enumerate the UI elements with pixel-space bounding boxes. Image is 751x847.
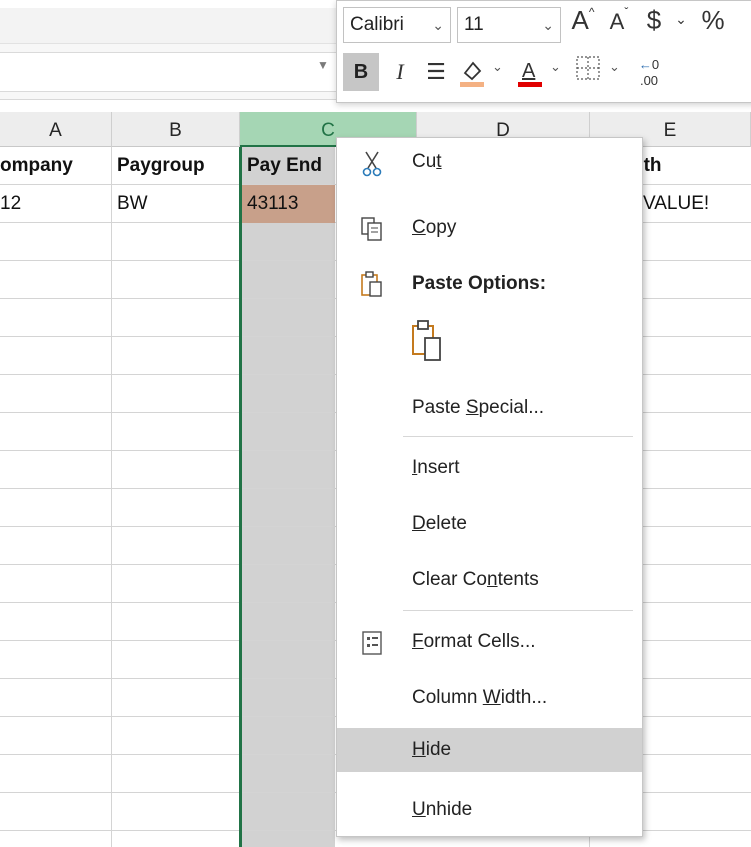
paste-option-icon[interactable]: [405, 318, 455, 368]
fill-color-icon[interactable]: [455, 55, 489, 89]
menu-item-clear-contents[interactable]: Clear Contents: [337, 560, 642, 600]
chevron-down-icon[interactable]: ⌄: [550, 59, 561, 75]
cell-e2[interactable]: VALUE!: [643, 185, 751, 223]
cell-b2[interactable]: BW: [112, 185, 240, 223]
formula-expand-icon[interactable]: ▼: [317, 58, 329, 72]
menu-item-paste-special[interactable]: Paste Special...: [337, 388, 642, 428]
menu-label: elete: [425, 513, 467, 534]
menu-label: nsert: [417, 457, 460, 478]
menu-item-insert[interactable]: Insert: [337, 448, 642, 488]
context-menu: Cut Copy Paste Options: Paste Special...…: [336, 137, 643, 837]
menu-label: nhide: [425, 799, 473, 820]
menu-heading-paste-options: Paste Options:: [337, 264, 642, 304]
column-header-a[interactable]: A: [0, 112, 112, 147]
menu-label: tents: [497, 569, 539, 590]
font-size-value: 11: [464, 14, 484, 35]
cell-e1[interactable]: nth: [632, 147, 751, 185]
selection-border: [239, 147, 242, 847]
menu-item-format-cells[interactable]: Format Cells...: [337, 622, 642, 662]
paste-icon: [357, 270, 387, 300]
decrease-decimal-icon[interactable]: ←0.00: [629, 55, 669, 89]
menu-label: ide: [425, 739, 452, 760]
menu-label: ormat Cells...: [423, 631, 536, 652]
menu-divider: [403, 436, 633, 437]
cell-c1[interactable]: Pay End: [242, 147, 335, 185]
menu-item-delete[interactable]: Delete: [337, 504, 642, 544]
menu-accel: D: [412, 513, 426, 534]
chevron-down-icon[interactable]: ⌄: [492, 59, 503, 75]
menu-label: Column: [412, 687, 483, 708]
menu-item-copy[interactable]: Copy: [337, 208, 642, 248]
menu-item-hide[interactable]: Hide: [337, 728, 642, 772]
copy-icon: [357, 214, 387, 244]
menu-item-unhide[interactable]: Unhide: [337, 790, 642, 830]
menu-label: idth...: [500, 687, 548, 708]
cell-c2[interactable]: 43113: [242, 185, 335, 223]
menu-accel: H: [412, 739, 426, 760]
menu-label: Paste: [412, 397, 466, 418]
menu-accel: S: [465, 397, 479, 418]
menu-label: pecial...: [478, 397, 545, 418]
menu-label: opy: [425, 217, 457, 238]
bold-button[interactable]: B: [343, 53, 379, 91]
font-name-value: Calibri: [350, 14, 404, 35]
menu-item-column-width[interactable]: Column Width...: [337, 678, 642, 718]
menu-divider: [403, 610, 633, 611]
cell-a1[interactable]: ompany: [0, 147, 111, 185]
menu-accel: t: [436, 151, 442, 172]
menu-accel: C: [412, 217, 426, 238]
menu-accel: F: [412, 631, 424, 652]
paste-options-label: Paste Options:: [412, 273, 547, 294]
formula-input[interactable]: [0, 52, 345, 92]
menu-accel: W: [482, 687, 501, 708]
borders-icon[interactable]: [571, 55, 605, 89]
chevron-down-icon[interactable]: ⌄: [609, 59, 620, 75]
scissors-icon: [357, 148, 387, 178]
cell-a2[interactable]: 12: [0, 185, 111, 223]
svg-text:A: A: [522, 60, 536, 82]
font-color-icon[interactable]: A: [513, 55, 547, 89]
currency-format-icon[interactable]: $: [641, 5, 667, 36]
chevron-down-icon: ⌄: [542, 17, 554, 33]
chevron-down-icon: ⌄: [432, 17, 444, 33]
menu-accel: U: [412, 799, 426, 820]
decrease-font-size-icon[interactable]: Aˇ: [603, 5, 635, 36]
italic-button[interactable]: I: [385, 55, 415, 89]
font-name-dropdown[interactable]: Calibri ⌄: [343, 7, 451, 43]
column-header-b[interactable]: B: [112, 112, 240, 147]
increase-font-size-icon[interactable]: A^: [567, 5, 599, 36]
chevron-down-icon[interactable]: ⌄: [671, 11, 691, 28]
center-align-icon[interactable]: ☰: [419, 55, 453, 89]
cell-b1[interactable]: Paygroup: [112, 147, 240, 185]
font-size-dropdown[interactable]: 11 ⌄: [457, 7, 561, 43]
percent-format-icon[interactable]: %: [693, 5, 733, 36]
format-cells-icon: [357, 628, 387, 658]
decimal-label: .00: [639, 73, 659, 88]
menu-label: Clear Co: [412, 569, 487, 590]
mini-toolbar: Calibri ⌄ 11 ⌄ A^ Aˇ $ ⌄ % B I ☰ ⌄ A ⌄ ⌄…: [336, 0, 751, 103]
menu-accel: n: [486, 569, 498, 590]
menu-label: Cu: [412, 151, 437, 172]
menu-item-cut[interactable]: Cut: [337, 142, 642, 182]
gridline: [111, 147, 112, 847]
